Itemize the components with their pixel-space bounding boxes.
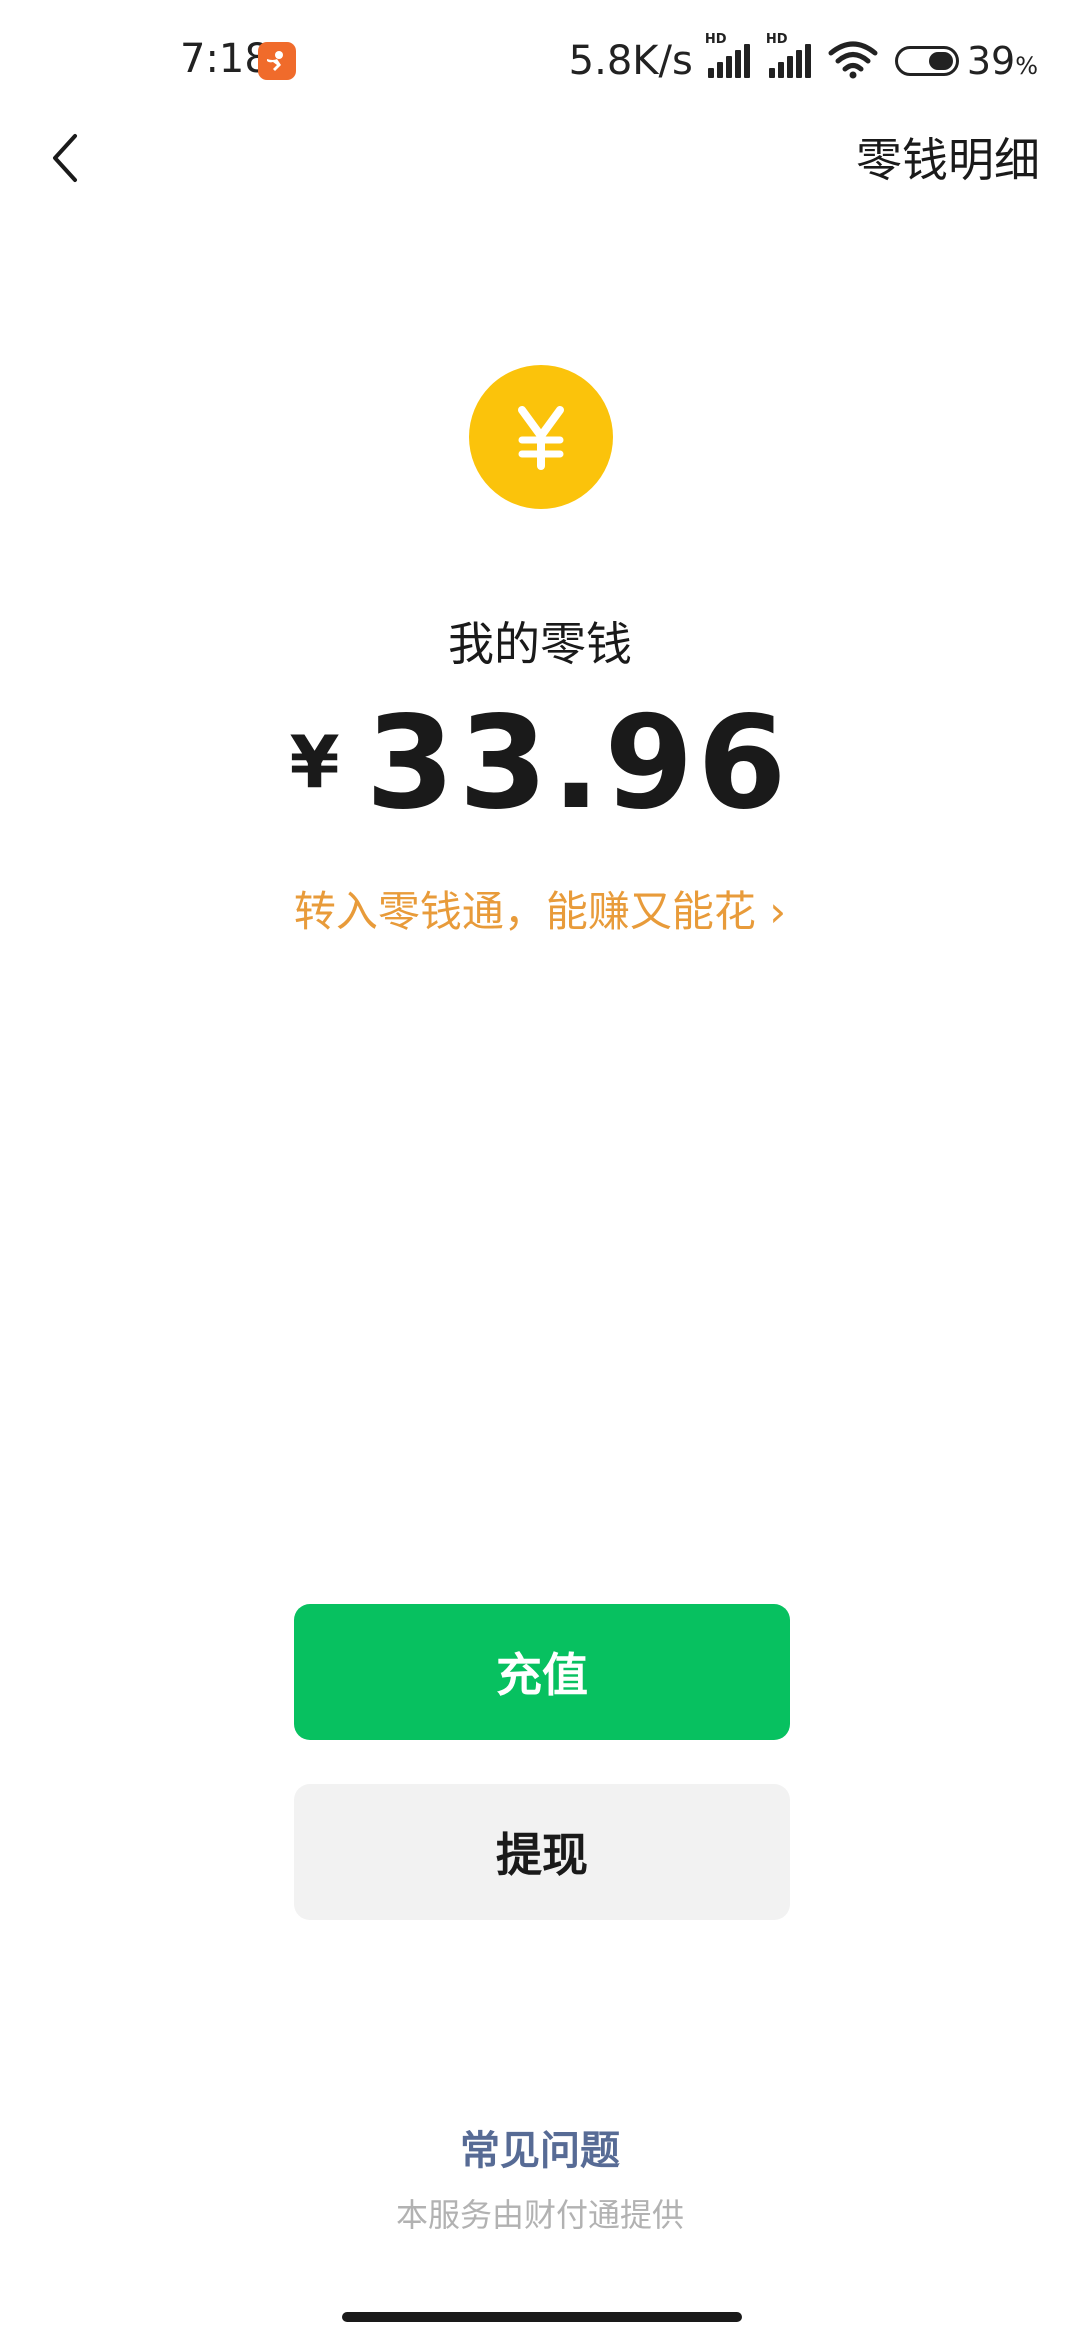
signal-strength-icon-2: HD bbox=[766, 32, 811, 78]
status-time: 7:18 bbox=[180, 36, 270, 82]
hd-label: HD bbox=[704, 32, 727, 47]
status-bar: 7:18 5.8K/s HD HD 39% bbox=[0, 0, 1080, 125]
yuan-coin-icon bbox=[469, 365, 613, 509]
provider-text: 本服务由财付通提供 bbox=[395, 2196, 684, 2234]
signal-strength-icon: HD bbox=[705, 32, 750, 78]
top-up-button[interactable]: 充值 bbox=[294, 1604, 790, 1740]
withdraw-button[interactable]: 提现 bbox=[294, 1784, 790, 1920]
home-indicator[interactable] bbox=[342, 2312, 742, 2322]
transaction-details-link[interactable]: 零钱明细 bbox=[856, 124, 1040, 190]
amount-value: 33.96 bbox=[365, 689, 791, 838]
battery-percent: 39% bbox=[966, 39, 1038, 83]
faq-link[interactable]: 常见问题 bbox=[0, 2118, 1080, 2176]
battery-icon bbox=[894, 46, 959, 76]
promo-link[interactable]: 转入零钱通，能赚又能花 › bbox=[0, 878, 1080, 939]
network-speed: 5.8K/s bbox=[568, 38, 693, 84]
currency-symbol: ¥ bbox=[289, 720, 340, 804]
chevron-left-icon bbox=[53, 134, 77, 182]
status-right-group: 5.8K/s HD HD 39% bbox=[568, 32, 1038, 86]
balance-amount: ¥ 33.96 bbox=[0, 700, 1080, 828]
wifi-icon bbox=[827, 39, 879, 83]
hd-label-2: HD bbox=[765, 32, 788, 47]
balance-label: 我的零钱 bbox=[448, 617, 632, 671]
back-button[interactable] bbox=[30, 118, 100, 198]
app-notification-icon bbox=[258, 42, 296, 80]
